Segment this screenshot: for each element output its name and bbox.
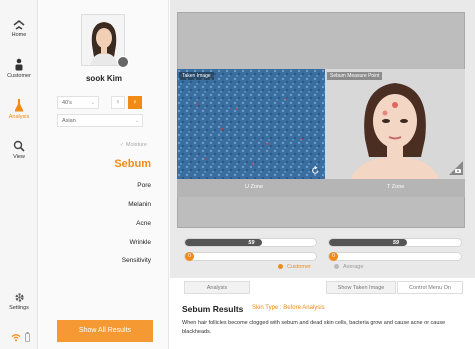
result-title: Sebum Results bbox=[182, 304, 244, 314]
menu-item-sebum[interactable]: Sebum bbox=[39, 158, 151, 170]
menu-item-acne[interactable]: Acne bbox=[39, 220, 151, 227]
profile-panel: sook Kim 40's ⌄ ♀ ♀ Asian ⌄ ✓ Moisture S… bbox=[39, 0, 169, 349]
u-zone-customer-bar: 59 bbox=[184, 238, 317, 247]
nav-settings[interactable]: Settings bbox=[0, 292, 38, 311]
t-zone-label: T Zone bbox=[387, 184, 405, 190]
rotate-icon[interactable] bbox=[311, 166, 320, 175]
nav-view-label: View bbox=[13, 154, 25, 160]
measure-point-label: Sebum Measure Point bbox=[327, 72, 383, 80]
battery-icon bbox=[25, 332, 30, 342]
nav-home-label: Home bbox=[11, 32, 27, 38]
nav-analysis-label: Analysis bbox=[8, 114, 30, 120]
wifi-icon bbox=[11, 334, 21, 342]
microscope-image bbox=[177, 69, 325, 179]
skin-type-label: Skin Type : Before Analysis bbox=[252, 305, 325, 311]
u-zone-average-bar bbox=[184, 252, 317, 261]
gender-female-button[interactable]: ♀ bbox=[128, 96, 142, 109]
taken-image[interactable]: Taken Image bbox=[177, 69, 325, 179]
legend-customer: Customer bbox=[278, 264, 311, 270]
face-illustration bbox=[325, 69, 465, 179]
nav-customer[interactable]: Customer bbox=[0, 58, 38, 79]
t-zone-average-bar bbox=[328, 252, 462, 261]
check-icon: ✓ bbox=[119, 142, 125, 148]
nav-customer-label: Customer bbox=[7, 73, 31, 79]
age-group-value: 40's bbox=[62, 100, 72, 106]
taken-image-label: Taken Image bbox=[179, 72, 214, 80]
customer-icon bbox=[15, 58, 23, 71]
menu-item-moisture[interactable]: ✓ Moisture bbox=[39, 142, 147, 148]
home-icon bbox=[13, 20, 25, 30]
user-name: sook Kim bbox=[85, 74, 122, 83]
u-zone-label: U Zone bbox=[245, 184, 264, 190]
legend-customer-swatch bbox=[278, 264, 283, 270]
view-icon bbox=[13, 140, 25, 152]
nav-view[interactable]: View bbox=[0, 140, 38, 160]
menu-item-pore[interactable]: Pore bbox=[39, 182, 151, 189]
settings-icon bbox=[14, 293, 24, 302]
analysis-icon bbox=[15, 99, 23, 112]
analysis-button[interactable]: Analysis bbox=[184, 281, 250, 294]
nav-home[interactable]: Home bbox=[0, 20, 38, 38]
legend-customer-label: Customer bbox=[287, 264, 311, 270]
gender-male-button[interactable]: ♀ bbox=[111, 96, 125, 109]
control-menu-button[interactable]: Control Menu On bbox=[397, 281, 463, 294]
chevron-down-icon: ⌄ bbox=[90, 100, 95, 106]
camera-icon[interactable] bbox=[449, 161, 463, 175]
camera-icon[interactable] bbox=[117, 56, 129, 68]
legend-average-swatch bbox=[334, 264, 339, 270]
u-zone-average-value: 0 bbox=[185, 252, 194, 261]
u-zone-customer-value: 59 bbox=[248, 240, 255, 246]
t-zone-customer-bar: 59 bbox=[328, 238, 462, 247]
result-description: When hair follicles become clogged with … bbox=[182, 320, 446, 335]
sebum-measure-point[interactable]: Sebum Measure Point bbox=[325, 69, 465, 179]
show-all-results-button[interactable]: Show All Results bbox=[57, 320, 153, 342]
t-zone-average-value: 0 bbox=[329, 252, 338, 261]
zone-labels: U Zone T Zone bbox=[177, 179, 465, 197]
ethnicity-value: Asian bbox=[62, 118, 76, 124]
legend-average-label: Average bbox=[343, 264, 364, 270]
left-navigation: Home Customer Analysis View Settings bbox=[0, 0, 38, 349]
menu-item-melanin[interactable]: Melanin bbox=[39, 201, 151, 208]
show-taken-image-button[interactable]: Show Taken Image bbox=[326, 281, 396, 294]
chevron-down-icon: ⌄ bbox=[134, 118, 139, 124]
nav-analysis[interactable]: Analysis bbox=[0, 98, 38, 120]
ethnicity-select[interactable]: Asian ⌄ bbox=[57, 114, 143, 127]
age-group-select[interactable]: 40's ⌄ bbox=[57, 96, 99, 109]
menu-item-moisture-label: Moisture bbox=[125, 142, 147, 148]
menu-item-wrinkle[interactable]: Wrinkle bbox=[39, 239, 151, 246]
legend-average: Average bbox=[334, 264, 363, 270]
t-zone-customer-value: 59 bbox=[392, 240, 399, 246]
menu-item-sensitivity[interactable]: Sensitivity bbox=[39, 257, 151, 264]
nav-settings-label: Settings bbox=[9, 305, 29, 311]
